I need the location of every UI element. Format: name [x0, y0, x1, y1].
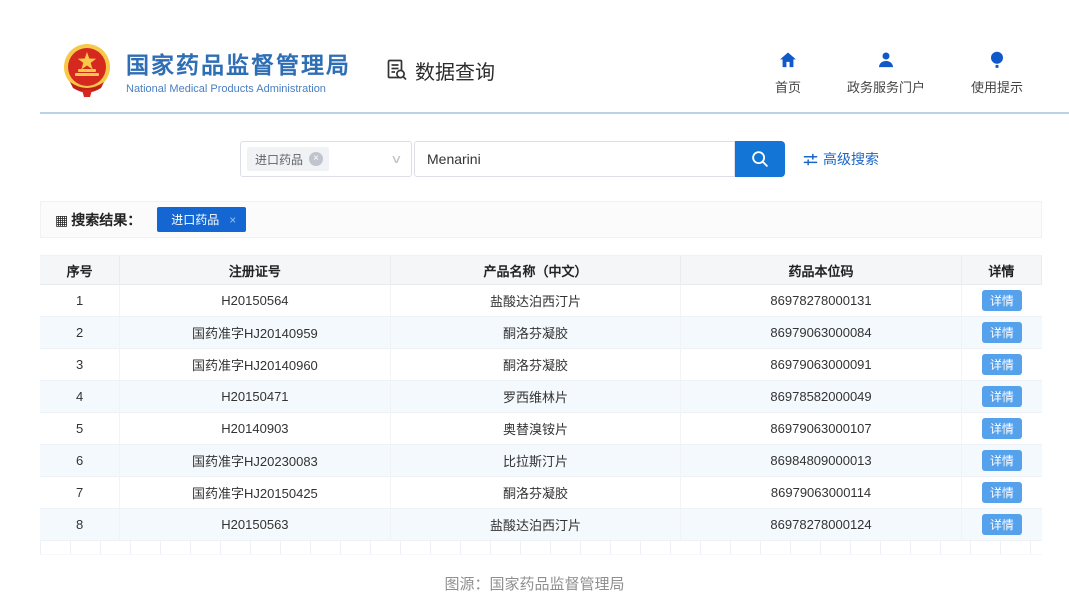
search-button[interactable] — [735, 141, 785, 177]
results-bar: ▦ 搜索结果： 进口药品 × — [40, 201, 1042, 238]
app-title: 数据查询 — [385, 56, 495, 85]
table-row: 1 H20150564 盐酸达泊西汀片 86978278000131 详情 — [40, 285, 1042, 317]
cell-no: 5 — [40, 413, 120, 444]
cell-name: 盐酸达泊西汀片 — [391, 509, 682, 540]
cell-name: 酮洛芬凝胶 — [391, 317, 682, 348]
table-row: 8 H20150563 盐酸达泊西汀片 86978278000124 详情 — [40, 509, 1042, 541]
grid-icon: ▦ — [55, 213, 68, 227]
cell-reg: 国药准字HJ20140959 — [120, 317, 391, 348]
category-select[interactable]: 进口药品 × ∨ — [240, 141, 412, 177]
cell-code: 86979063000091 — [681, 349, 962, 380]
category-chip-label: 进口药品 — [255, 151, 303, 168]
nav-item-home[interactable]: 首页 — [775, 49, 801, 96]
cell-name: 比拉斯汀片 — [391, 445, 682, 476]
col-header-reg: 注册证号 — [120, 256, 391, 284]
col-header-name: 产品名称（中文） — [391, 256, 682, 284]
nav-item-service-portal[interactable]: 政务服务门户 — [847, 49, 925, 96]
cell-name: 奥替溴铵片 — [391, 413, 682, 444]
cell-no: 2 — [40, 317, 120, 348]
cell-code: 86978278000124 — [681, 509, 962, 540]
table-row: 3 国药准字HJ20140960 酮洛芬凝胶 86979063000091 详情 — [40, 349, 1042, 381]
home-icon — [778, 49, 798, 71]
cell-no: 4 — [40, 381, 120, 412]
advanced-search-link[interactable]: 高级搜索 — [803, 149, 879, 169]
cell-reg: H20150563 — [120, 509, 391, 540]
category-chip: 进口药品 × — [247, 147, 329, 171]
chip-close-icon[interactable]: × — [309, 152, 323, 166]
cell-code: 86979063000107 — [681, 413, 962, 444]
header-nav: 首页 政务服务门户 使 — [775, 45, 1023, 96]
col-header-code: 药品本位码 — [681, 256, 962, 284]
col-header-detail: 详情 — [962, 256, 1042, 284]
cell-reg: 国药准字HJ20140960 — [120, 349, 391, 380]
cell-name: 盐酸达泊西汀片 — [391, 285, 682, 316]
detail-button[interactable]: 详情 — [982, 450, 1022, 471]
image-source-caption: 图源：国家药品监督管理局 — [0, 573, 1069, 594]
header-divider — [40, 112, 1069, 114]
brand-text: 国家药品监督管理局 National Medical Products Admi… — [126, 46, 351, 95]
detail-button[interactable]: 详情 — [982, 322, 1022, 343]
results-label: 搜索结果： — [71, 210, 141, 230]
cell-code: 86984809000013 — [681, 445, 962, 476]
org-name-en: National Medical Products Administration — [126, 83, 351, 95]
org-name-cn: 国家药品监督管理局 — [126, 46, 351, 80]
app-title-label: 数据查询 — [415, 56, 495, 85]
cell-no: 1 — [40, 285, 120, 316]
table-row: 4 H20150471 罗西维林片 86978582000049 详情 — [40, 381, 1042, 413]
cell-reg: 国药准字HJ20230083 — [120, 445, 391, 476]
table-footer-grid — [40, 541, 1042, 555]
cell-name: 罗西维林片 — [391, 381, 682, 412]
nav-label: 首页 — [775, 77, 801, 96]
detail-button[interactable]: 详情 — [982, 418, 1022, 439]
table-row: 5 H20140903 奥替溴铵片 86979063000107 详情 — [40, 413, 1042, 445]
cell-reg: 国药准字HJ20150425 — [120, 477, 391, 508]
cell-reg: H20140903 — [120, 413, 391, 444]
search-section: 进口药品 × ∨ 高级搜索 — [240, 141, 1069, 177]
table-header-row: 序号 注册证号 产品名称（中文） 药品本位码 详情 — [40, 256, 1042, 285]
brand: 国家药品监督管理局 National Medical Products Admi… — [62, 42, 495, 98]
cell-no: 3 — [40, 349, 120, 380]
cell-no: 7 — [40, 477, 120, 508]
header: 国家药品监督管理局 National Medical Products Admi… — [0, 0, 1069, 98]
detail-button[interactable]: 详情 — [982, 354, 1022, 375]
advanced-search-label: 高级搜索 — [823, 149, 879, 169]
results-table: 序号 注册证号 产品名称（中文） 药品本位码 详情 1 H20150564 盐酸… — [40, 255, 1042, 541]
cell-reg: H20150564 — [120, 285, 391, 316]
nav-label: 政务服务门户 — [847, 77, 925, 96]
table-row: 7 国药准字HJ20150425 酮洛芬凝胶 86979063000114 详情 — [40, 477, 1042, 509]
chevron-down-icon: ∨ — [390, 152, 402, 166]
detail-button[interactable]: 详情 — [982, 482, 1022, 503]
cell-name: 酮洛芬凝胶 — [391, 349, 682, 380]
tag-close-icon[interactable]: × — [229, 213, 236, 227]
filter-tag-label: 进口药品 — [171, 211, 219, 228]
filter-sliders-icon — [803, 152, 818, 167]
cell-name: 酮洛芬凝胶 — [391, 477, 682, 508]
cell-code: 86978278000131 — [681, 285, 962, 316]
table-row: 2 国药准字HJ20140959 酮洛芬凝胶 86979063000084 详情 — [40, 317, 1042, 349]
search-icon — [749, 148, 771, 170]
detail-button[interactable]: 详情 — [982, 290, 1022, 311]
col-header-no: 序号 — [40, 256, 120, 284]
cell-code: 86979063000114 — [681, 477, 962, 508]
nav-item-usage-tips[interactable]: 使用提示 — [971, 49, 1023, 96]
cell-code: 86978582000049 — [681, 381, 962, 412]
nav-label: 使用提示 — [971, 77, 1023, 96]
cell-reg: H20150471 — [120, 381, 391, 412]
detail-button[interactable]: 详情 — [982, 386, 1022, 407]
user-icon — [876, 49, 896, 71]
bulb-icon — [988, 49, 1006, 71]
cell-no: 6 — [40, 445, 120, 476]
data-query-icon — [385, 58, 409, 82]
table-row: 6 国药准字HJ20230083 比拉斯汀片 86984809000013 详情 — [40, 445, 1042, 477]
search-input[interactable] — [414, 141, 735, 177]
cell-no: 8 — [40, 509, 120, 540]
cell-code: 86979063000084 — [681, 317, 962, 348]
filter-tag[interactable]: 进口药品 × — [157, 207, 246, 232]
nmpa-emblem-logo — [62, 42, 112, 98]
page: 国家药品监督管理局 National Medical Products Admi… — [0, 0, 1069, 610]
detail-button[interactable]: 详情 — [982, 514, 1022, 535]
